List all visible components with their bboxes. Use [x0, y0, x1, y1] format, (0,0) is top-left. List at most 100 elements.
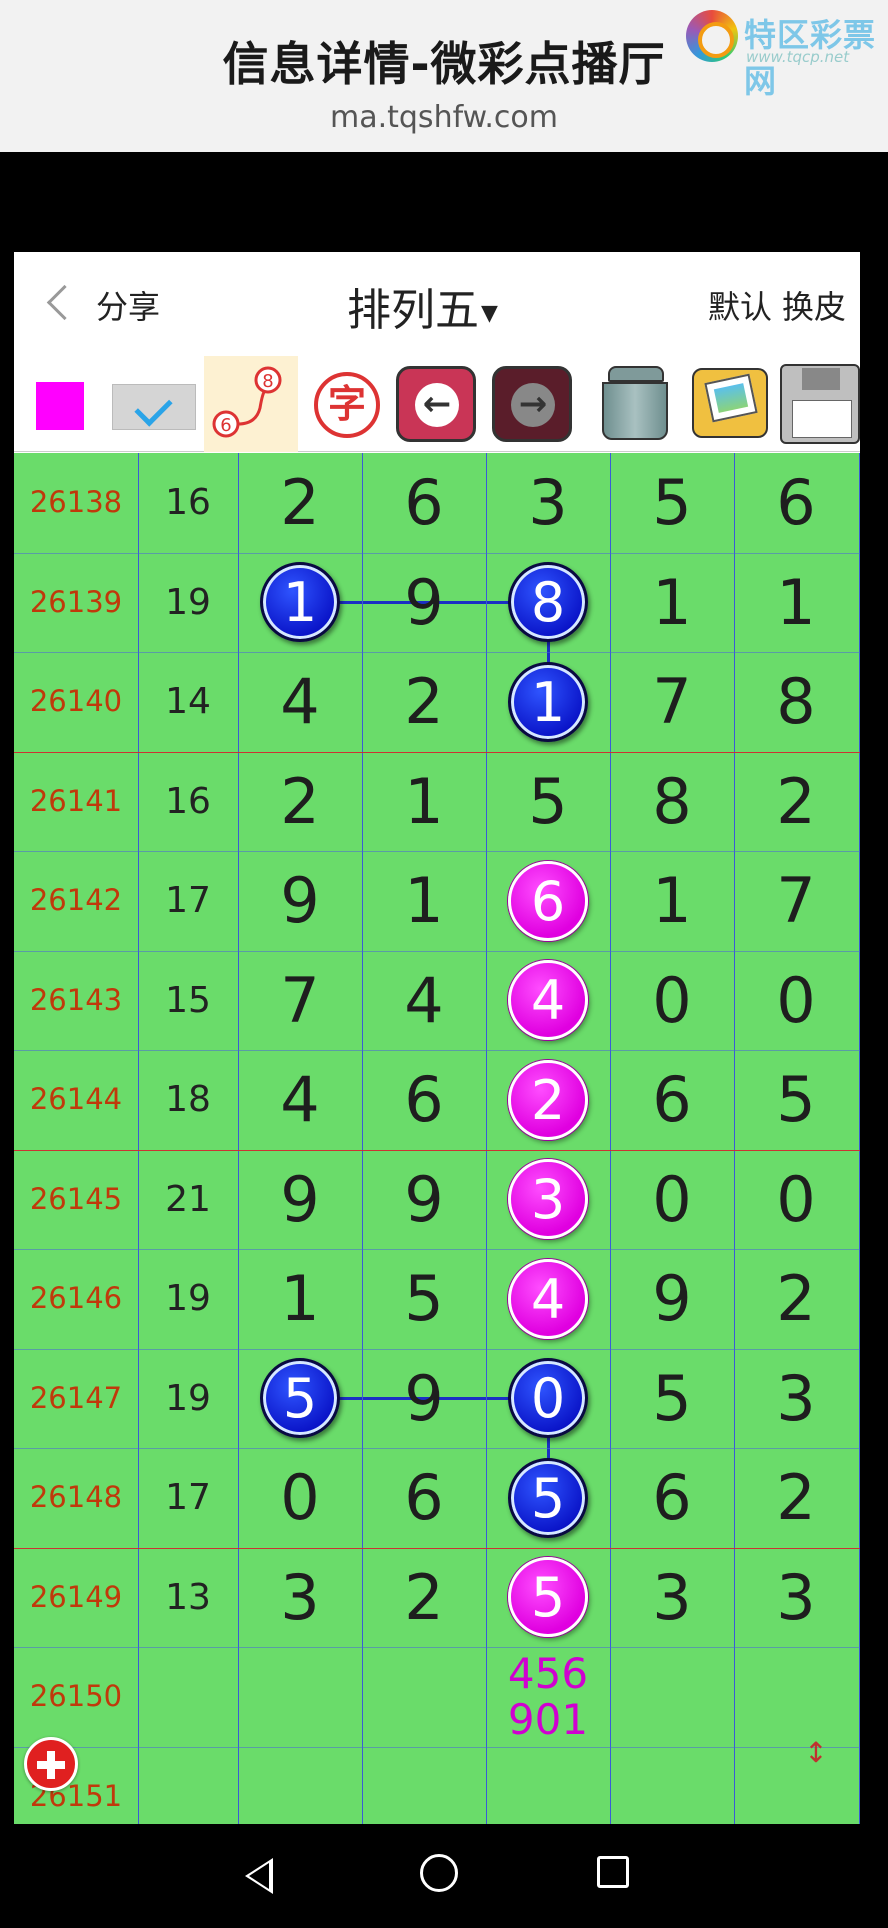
digit-cell[interactable]: 9	[238, 1150, 362, 1250]
digit-cell[interactable]: 6	[362, 453, 486, 553]
digit-cell[interactable]: 1	[362, 851, 486, 951]
save-disk-icon[interactable]	[772, 356, 860, 452]
trend-line-icon[interactable]: 8 6	[204, 356, 298, 452]
digit-cell[interactable]: 6	[362, 1050, 486, 1150]
digit-cell[interactable]: 1	[238, 1249, 362, 1349]
digit-cell[interactable]: 2	[486, 1050, 610, 1150]
digit-cell[interactable]: 2	[362, 1548, 486, 1648]
digit-cell[interactable]: 7	[238, 951, 362, 1051]
digit-cell[interactable]: 2	[238, 453, 362, 553]
digit-cell[interactable]: 6	[610, 1448, 734, 1548]
logo-swirl-icon	[686, 10, 738, 62]
digit-cell[interactable]: 3	[238, 1548, 362, 1648]
digit-cell[interactable]: 9	[362, 553, 486, 653]
digit-cell[interactable]: 6	[734, 453, 858, 553]
add-button[interactable]	[24, 1736, 78, 1791]
digit-cell[interactable]: 9	[362, 1349, 486, 1449]
digit-cell[interactable]: 3	[610, 1548, 734, 1648]
issue-number: 26139	[29, 584, 123, 619]
digit-cell[interactable]: 8	[734, 652, 858, 752]
digit-cell[interactable]: 4	[486, 951, 610, 1051]
digit-cell[interactable]: 1	[610, 553, 734, 653]
digit-cell[interactable]	[238, 1647, 362, 1747]
digit-cell[interactable]: 0	[486, 1349, 610, 1449]
digit-cell[interactable]: 5	[610, 453, 734, 553]
digit-cell[interactable]: 6	[486, 851, 610, 951]
digit-cell[interactable]	[362, 1747, 486, 1825]
digit-cell[interactable]: 8	[486, 553, 610, 653]
digit-cell[interactable]: 5	[362, 1249, 486, 1349]
digit-cell[interactable]: 0	[734, 951, 858, 1051]
back-icon[interactable]	[42, 282, 78, 326]
digit-cell[interactable]: 5	[610, 1349, 734, 1449]
draw-row: 26147 19 5 9 0 5 3	[14, 1349, 860, 1449]
color-picker-magenta[interactable]	[36, 382, 84, 430]
digit-cell[interactable]: 2	[362, 652, 486, 752]
digit-cell[interactable]: 3	[486, 453, 610, 553]
check-toggle-icon[interactable]	[112, 384, 196, 430]
digit-cell[interactable]: 9	[238, 851, 362, 951]
digit-cell[interactable]: 1	[610, 851, 734, 951]
digit-cell[interactable]: 5	[238, 1349, 362, 1449]
digit-cell[interactable]: 9	[362, 1150, 486, 1250]
digit-cell[interactable]	[610, 1647, 734, 1747]
digit-cell[interactable]: 3	[486, 1150, 610, 1250]
digit-cell[interactable]: 5	[734, 1050, 858, 1150]
nav-recents-icon[interactable]	[597, 1856, 629, 1888]
left-arrow-icon: ←	[415, 383, 459, 427]
issue-number: 26141	[29, 783, 123, 818]
default-button[interactable]: 默认	[708, 288, 772, 326]
lottery-selector[interactable]: 排列五▼	[347, 274, 498, 338]
digit-cell[interactable]: 0	[610, 951, 734, 1051]
digit-cell[interactable]: 1	[238, 553, 362, 653]
digit-cell[interactable]: 3	[734, 1548, 858, 1648]
prev-icon[interactable]: ←	[396, 366, 476, 442]
digit-cell[interactable]: 4	[362, 951, 486, 1051]
next-icon[interactable]: →	[492, 366, 572, 442]
digit-cell[interactable]	[610, 1747, 734, 1825]
digit-cell[interactable]: 4	[238, 1050, 362, 1150]
digit-cell[interactable]	[486, 1747, 610, 1825]
digit-cell[interactable]	[734, 1647, 858, 1747]
digit-cell[interactable]: 8	[610, 752, 734, 852]
digit-cell[interactable]: 5	[486, 752, 610, 852]
digit-cell[interactable]: 5	[486, 1548, 610, 1648]
digit-cell[interactable]: 3	[734, 1349, 858, 1449]
text-mode-icon[interactable]: 字	[302, 356, 396, 452]
digit-cell[interactable]: 4	[238, 652, 362, 752]
digit-cell[interactable]: 2	[734, 1249, 858, 1349]
magenta-ball-marker: 3	[508, 1159, 588, 1240]
toolbar: 8 6 字 ← →	[14, 356, 860, 452]
digit-cell[interactable]	[362, 1647, 486, 1747]
draw-row: 26139 19 1 9 8 1 1	[14, 553, 860, 653]
digit-cell[interactable]: 1	[486, 652, 610, 752]
digit-cell[interactable]: 6	[610, 1050, 734, 1150]
draw-row: 26150	[14, 1647, 860, 1747]
digit-cell[interactable]: 1	[362, 752, 486, 852]
digit-cell[interactable]: 0	[238, 1448, 362, 1548]
nav-back-icon[interactable]	[245, 1858, 273, 1894]
digit-cell[interactable]: 2	[734, 752, 858, 852]
share-button[interactable]: 分享	[96, 282, 160, 328]
prediction-text: 456 901	[486, 1651, 610, 1743]
pictures-icon[interactable]	[680, 356, 774, 452]
digit-cell[interactable]: 4	[486, 1249, 610, 1349]
digit-cell[interactable]: 0	[734, 1150, 858, 1250]
digit-cell[interactable]: 7	[610, 652, 734, 752]
nav-home-icon[interactable]	[420, 1854, 458, 1892]
digit-cell[interactable]: 6	[362, 1448, 486, 1548]
digit-cell[interactable]: 2	[734, 1448, 858, 1548]
scroll-updown-icon[interactable]: ↕	[796, 1738, 836, 1799]
digit-cell[interactable]: 5	[486, 1448, 610, 1548]
change-skin-button[interactable]: 换皮	[782, 288, 846, 326]
digit-cell[interactable]	[238, 1747, 362, 1825]
digit-cell[interactable]: 9	[610, 1249, 734, 1349]
trash-icon[interactable]	[586, 356, 680, 452]
draw-results-grid[interactable]: 26138 16 2 6 3 5 6 26139 19 1 9 8 1 1 26140 14 4 2 1 7 8 2614…	[14, 453, 860, 1824]
dropdown-caret-icon: ▼	[481, 300, 498, 326]
digit-cell[interactable]: 7	[734, 851, 858, 951]
digit-sum: 16	[165, 780, 211, 822]
digit-cell[interactable]: 2	[238, 752, 362, 852]
digit-cell[interactable]: 1	[734, 553, 858, 653]
digit-cell[interactable]: 0	[610, 1150, 734, 1250]
